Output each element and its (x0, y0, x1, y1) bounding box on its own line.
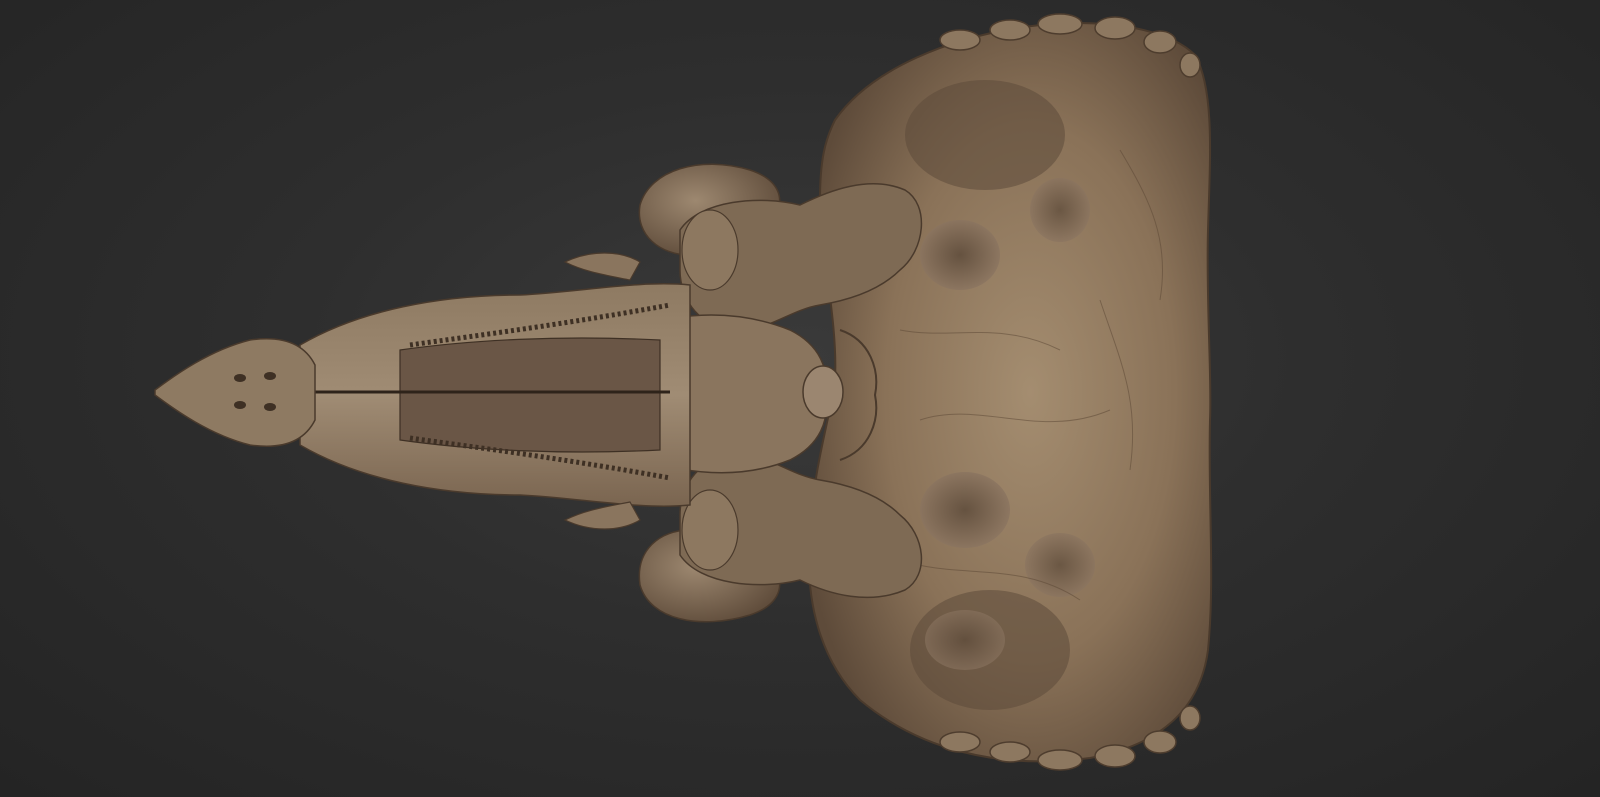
upper-spur (563, 252, 641, 281)
3d-viewport[interactable] (0, 0, 1600, 797)
beak-tip (154, 338, 316, 447)
frill (808, 13, 1213, 771)
skull-render (154, 13, 1213, 771)
lower-spur (563, 501, 641, 530)
